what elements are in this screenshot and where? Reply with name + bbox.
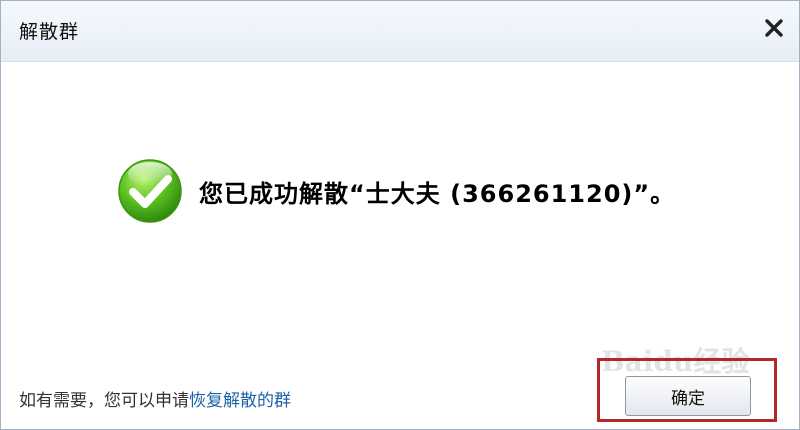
footer-prefix: 如有需要，您可以申请 <box>19 391 189 411</box>
dissolve-group-dialog: 解散群 您已成功解散“士大夫 (366261120)”。 如有需要，您可以申请恢… <box>0 0 800 430</box>
close-button[interactable] <box>759 13 789 43</box>
footer-hint: 如有需要，您可以申请恢复解散的群 <box>19 386 291 411</box>
success-message: 您已成功解散“士大夫 (366261120)”。 <box>199 180 676 208</box>
dialog-title: 解散群 <box>19 21 80 43</box>
close-icon <box>765 19 783 37</box>
restore-group-link[interactable]: 恢复解散的群 <box>189 391 291 411</box>
ok-button[interactable]: 确定 <box>625 376 751 416</box>
dialog-titlebar: 解散群 <box>1 1 799 62</box>
check-circle-icon <box>118 159 182 223</box>
dialog-content: 您已成功解散“士大夫 (366261120)”。 如有需要，您可以申请恢复解散的… <box>1 62 799 429</box>
